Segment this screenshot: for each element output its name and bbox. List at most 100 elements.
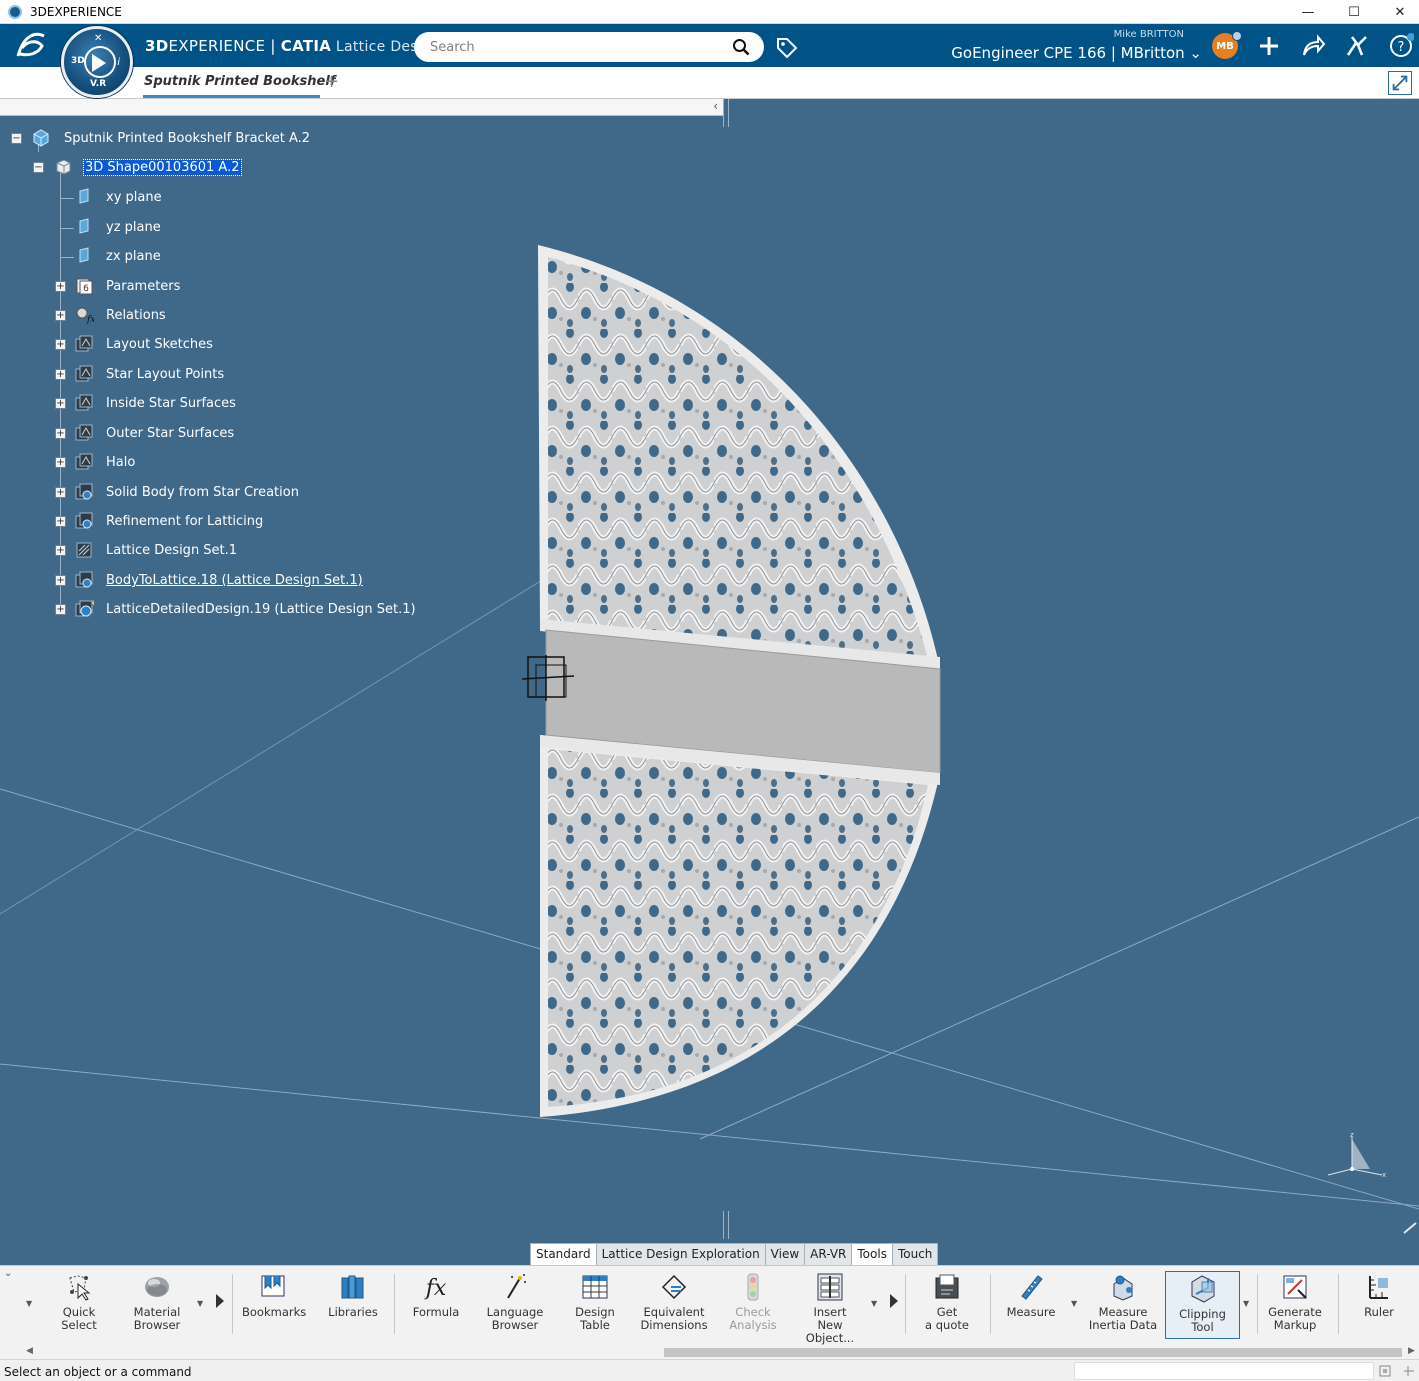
splitter-handle-bottom[interactable]	[723, 1211, 729, 1239]
dropdown-arrow-icon[interactable]: ▼	[26, 1299, 32, 1308]
tree-label-product: Sputnik Printed Bookshelf Bracket A.2	[64, 131, 311, 146]
maximize-button[interactable]: ☐	[1331, 0, 1377, 24]
svg-text:?: ?	[1398, 40, 1405, 55]
3dexperience-app-icon	[8, 4, 22, 19]
compass-3d-label[interactable]: 3D	[71, 56, 85, 66]
measure-button[interactable]: Measure	[1000, 1270, 1062, 1336]
collapse-toggle[interactable]: −	[33, 162, 44, 173]
tree-label-lattice-detailed-design: LatticeDetailedDesign.19 (Lattice Design…	[106, 602, 416, 617]
user-block[interactable]: Mike BRITTON GoEngineer CPE 166 | MBritt…	[940, 28, 1202, 64]
expand-toggle[interactable]: +	[55, 428, 66, 439]
compass-widget[interactable]: 3D V.R ✕ i	[61, 26, 133, 98]
fit-all-icon[interactable]	[1388, 71, 1412, 95]
formula-icon: fx	[424, 1276, 447, 1301]
search-icon[interactable]	[732, 38, 750, 56]
scroll-left-icon[interactable]: ◀	[26, 1346, 33, 1356]
measure-inertia-data-button[interactable]: Measure Inertia Data	[1088, 1270, 1158, 1336]
tree-line	[60, 257, 74, 258]
status-bar: Select an object or a command	[0, 1359, 1419, 1381]
tag-icon[interactable]	[775, 36, 799, 60]
equivalent-dimensions-button[interactable]: Equivalent Dimensions	[640, 1270, 708, 1336]
compass-social-icon[interactable]: ✕	[94, 33, 102, 44]
community-icon[interactable]	[1344, 33, 1370, 59]
body-icon	[75, 512, 93, 529]
help-icon[interactable]: ?	[1388, 33, 1414, 59]
share-icon[interactable]	[1300, 33, 1326, 59]
action-bar-collapse-icon[interactable]: ⌄	[4, 1268, 12, 1279]
collapse-tree-button[interactable]: ‹	[713, 99, 718, 113]
dropdown-arrow-icon[interactable]: ▼	[871, 1299, 877, 1308]
axes-triad-icon[interactable]: z x	[1322, 1131, 1392, 1181]
section-tab-ar-vr[interactable]: AR-VR	[804, 1243, 853, 1265]
libraries-button[interactable]: Libraries	[322, 1270, 384, 1336]
dropdown-arrow-icon[interactable]: ▼	[1071, 1299, 1077, 1308]
dropdown-arrow-icon[interactable]: ▼	[1243, 1299, 1249, 1308]
geometrical-set-icon	[75, 424, 93, 441]
expand-toggle[interactable]: +	[55, 516, 66, 527]
add-tab-button[interactable]: +	[324, 71, 339, 92]
compass-play-icon[interactable]	[92, 54, 106, 72]
bracket-upper-half[interactable]	[538, 245, 940, 669]
check-analysis-button[interactable]: Check Analysis	[722, 1270, 784, 1336]
clipping-tool-button[interactable]: Clipping Tool	[1165, 1271, 1240, 1339]
section-tab-tools[interactable]: Tools	[851, 1243, 893, 1265]
expand-toggle[interactable]: +	[55, 339, 66, 350]
status-command-field[interactable]	[1074, 1362, 1374, 1380]
section-tab-touch[interactable]: Touch	[891, 1243, 939, 1265]
tenant-selector[interactable]: GoEngineer CPE 166 | MBritton ⌄	[951, 44, 1202, 62]
tab-sputnik-printed-bookshelf[interactable]: Sputnik Printed Bookshelf	[143, 67, 335, 98]
section-tab-view[interactable]: View	[764, 1243, 806, 1265]
bracket-lower-half[interactable]	[540, 735, 940, 1117]
bookmarks-button[interactable]: Bookmarks	[242, 1270, 306, 1336]
tree-header-bar: ‹	[0, 99, 724, 116]
separator	[1257, 1274, 1258, 1334]
collapse-toggle[interactable]: −	[11, 133, 22, 144]
more-commands-arrow-icon[interactable]	[216, 1294, 224, 1308]
top-bar: 3DEXPERIENCE | CATIA Lattice Design Mike…	[0, 24, 1419, 67]
get-a-quote-button[interactable]: Get a quote	[916, 1270, 978, 1336]
ruler-button[interactable]: Ruler	[1348, 1270, 1410, 1336]
generate-markup-button[interactable]: Generate Markup	[1264, 1270, 1326, 1336]
3d-viewport[interactable]: ‹ − Sputnik Printed Bookshelf Bracket A.…	[0, 99, 1419, 1265]
more-commands-arrow-icon[interactable]	[890, 1294, 898, 1308]
add-icon[interactable]	[1256, 33, 1282, 59]
user-avatar[interactable]: MB	[1212, 31, 1242, 59]
body-icon	[75, 483, 93, 500]
language-browser-button[interactable]: Language Browser	[482, 1270, 548, 1336]
section-tab-lattice-design-exploration[interactable]: Lattice Design Exploration	[595, 1243, 766, 1265]
expand-toggle[interactable]: +	[55, 369, 66, 380]
dropdown-arrow-icon[interactable]: ▼	[197, 1299, 203, 1308]
expand-toggle[interactable]: +	[55, 281, 66, 292]
scroll-right-icon[interactable]: ▶	[1408, 1346, 1415, 1356]
status-icons[interactable]	[1378, 1364, 1416, 1378]
action-bar-scrollbar[interactable]: ◀ ▶	[0, 1345, 1419, 1359]
scrollbar-thumb[interactable]	[664, 1348, 1402, 1357]
expand-toggle[interactable]: +	[55, 604, 66, 615]
expand-toggle[interactable]: +	[55, 575, 66, 586]
expand-toggle[interactable]: +	[55, 487, 66, 498]
resize-corner-icon[interactable]	[1402, 1219, 1418, 1235]
formula-button[interactable]: fx Formula	[405, 1270, 467, 1336]
expand-toggle[interactable]: +	[55, 545, 66, 556]
compass-info-icon[interactable]: i	[117, 57, 120, 68]
tree-line	[60, 198, 74, 199]
close-window-button[interactable]: ✕	[1377, 0, 1419, 24]
3d-model-view[interactable]	[0, 99, 1419, 1265]
insert-new-object-button[interactable]: Insert New Object...	[792, 1270, 868, 1345]
design-table-button[interactable]: Design Table	[564, 1270, 626, 1336]
tree-label-solid-body: Solid Body from Star Creation	[106, 485, 299, 500]
quick-select-button[interactable]: Quick Select	[48, 1270, 110, 1336]
splitter-handle-top[interactable]	[723, 99, 729, 127]
expand-toggle[interactable]: +	[55, 398, 66, 409]
expand-toggle[interactable]: +	[55, 310, 66, 321]
expand-toggle[interactable]: +	[55, 457, 66, 468]
compass-vr-label[interactable]: V.R	[90, 79, 106, 89]
parameters-icon: 6	[76, 278, 93, 295]
plane-icon	[79, 218, 89, 234]
separator	[232, 1274, 233, 1334]
section-tab-standard[interactable]: Standard	[530, 1243, 597, 1265]
material-browser-button[interactable]: Material Browser	[122, 1270, 192, 1336]
search-input[interactable]	[430, 38, 720, 56]
minimize-button[interactable]: —	[1285, 0, 1331, 24]
dassault-logo-icon[interactable]	[14, 30, 48, 66]
